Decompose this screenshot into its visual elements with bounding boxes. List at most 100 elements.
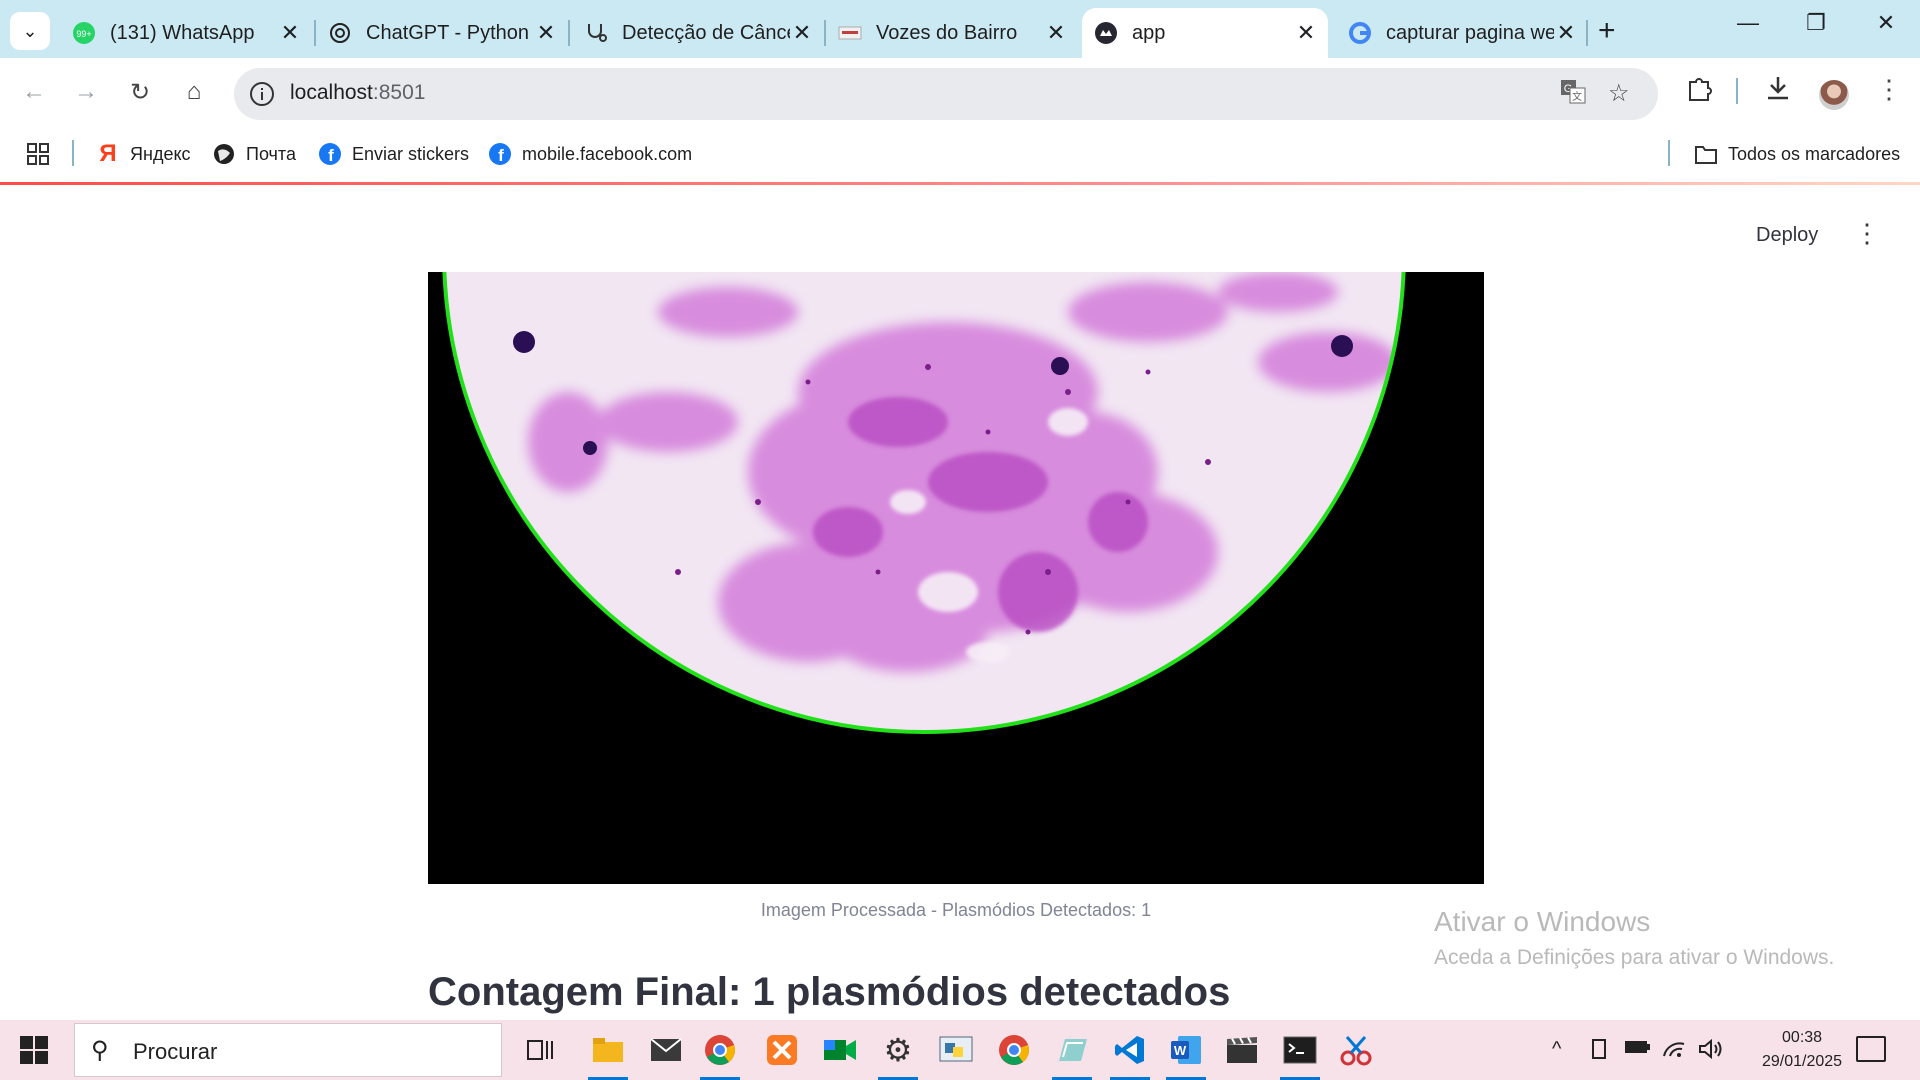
snipping-tool-icon[interactable] [1336,1030,1376,1070]
svg-text:99+: 99+ [76,29,91,39]
extensions-icon[interactable] [1686,74,1714,109]
bookmarks-bar: Я Яндекс Почта f Enviar stickers f mobil… [0,130,1920,182]
svg-text:W: W [1174,1043,1187,1058]
whatsapp-icon: 99+ [72,21,96,45]
yandex-icon: Я [99,140,117,167]
svg-text:f: f [498,146,504,165]
bookmark-pochta[interactable]: Почта [212,142,296,166]
close-window-icon[interactable]: ✕ [1866,10,1906,36]
apps-grid-icon[interactable] [26,142,50,166]
all-bookmarks-label: Todos os marcadores [1728,143,1901,164]
taskbar-clock[interactable]: 00:38 29/01/2025 [1762,1026,1842,1074]
tab-google[interactable]: capturar pagina web ✕ [1336,8,1588,58]
globe-icon [212,142,236,166]
translate-icon[interactable]: G文 [1560,79,1586,112]
image-caption: Imagem Processada - Plasmódios Detectado… [760,900,1152,920]
mail-icon[interactable] [646,1030,686,1070]
tab-title: ChatGPT - Python [366,21,530,44]
url-host: localhost [290,81,373,104]
facebook-icon: f [318,142,342,166]
tab-title: Vozes do Bairro [876,21,1018,44]
python-idle-icon[interactable] [936,1030,976,1070]
chatgpt-icon [328,21,352,45]
minimize-icon[interactable]: — [1728,10,1768,36]
tab-vozes[interactable]: Vozes do Bairro ✕ [826,8,1078,58]
url-text: localhost:8501 [290,81,425,105]
close-icon[interactable]: ✕ [790,20,814,46]
svg-text:文: 文 [1572,90,1582,103]
word-icon[interactable]: W [1166,1030,1206,1070]
restore-icon[interactable]: ❐ [1796,10,1836,36]
task-view-icon[interactable] [520,1030,560,1070]
streamlit-header-decoration [0,182,1920,185]
tab-title: Detecção de Câncer [622,21,790,44]
battery-icon[interactable] [1624,1038,1650,1061]
address-bar[interactable]: localhost:8501 G文 ☆ [234,68,1658,120]
site-info-icon[interactable] [248,80,276,108]
close-icon[interactable]: ✕ [1554,20,1578,46]
browser-toolbar: ← → ↻ ⌂ localhost:8501 G文 ☆ ⋮ [0,58,1920,130]
windows-start-icon[interactable] [20,1036,48,1064]
chevron-down-icon: ⌄ [22,20,38,41]
all-bookmarks-button[interactable]: Todos os marcadores [1694,142,1900,166]
show-hidden-icons-icon[interactable]: ^ [1552,1038,1561,1061]
taskbar-search-input[interactable]: ⚲ Procurar [74,1023,502,1077]
close-icon[interactable]: ✕ [278,20,302,46]
windows-activation-subtitle: Aceda a Definições para ativar o Windows… [1434,946,1835,969]
deploy-button[interactable]: Deploy [1756,224,1818,247]
close-icon[interactable]: ✕ [1294,20,1318,46]
volume-icon[interactable] [1698,1038,1724,1066]
toolbar-separator [1736,78,1738,104]
tab-deteccao[interactable]: Detecção de Câncer ✕ [572,8,824,58]
forward-icon[interactable]: → [66,72,106,112]
settings-gear-icon[interactable]: ⚙ [878,1030,918,1070]
tab-whatsapp[interactable]: 99+ (131) WhatsApp ✕ [60,8,312,58]
tab-search-button[interactable]: ⌄ [10,12,50,50]
meet-now-icon[interactable] [1590,1038,1610,1066]
wifi-icon[interactable] [1662,1038,1686,1064]
tab-separator [568,20,570,46]
google-icon [1348,21,1372,45]
chrome-icon[interactable] [994,1030,1034,1070]
bookmark-enviar-stickers[interactable]: f Enviar stickers [318,142,469,166]
bookmark-separator [72,140,74,166]
processed-image [428,272,1484,884]
terminal-icon[interactable] [1280,1030,1320,1070]
vscode-icon[interactable] [1110,1030,1150,1070]
back-icon[interactable]: ← [14,72,54,112]
home-icon[interactable]: ⌂ [174,72,214,112]
bookmark-label: mobile.facebook.com [522,143,693,164]
reload-icon[interactable]: ↻ [120,72,160,112]
meet-icon[interactable] [820,1030,860,1070]
clock-date: 29/01/2025 [1762,1053,1843,1070]
profile-avatar[interactable] [1819,80,1849,110]
video-editor-icon[interactable] [1222,1030,1262,1070]
search-placeholder: Procurar [133,1039,218,1064]
chrome-profile-icon[interactable] [700,1030,740,1070]
close-icon[interactable]: ✕ [534,20,558,46]
clock-time: 00:38 [1782,1029,1823,1046]
bookmark-label: Почта [246,143,296,164]
app-menu-icon[interactable]: ⋮ [1854,220,1880,246]
file-explorer-icon[interactable] [588,1030,628,1070]
bookmark-label: Enviar stickers [352,143,470,164]
svg-text:f: f [328,146,334,165]
close-icon[interactable]: ✕ [1044,20,1068,46]
folder-icon [1694,142,1718,166]
tab-app[interactable]: app ✕ [1082,8,1328,58]
more-menu-icon[interactable]: ⋮ [1876,74,1902,105]
xampp-icon[interactable] [762,1030,802,1070]
new-tab-button[interactable]: + [1598,14,1616,48]
tab-chatgpt[interactable]: ChatGPT - Python ✕ [316,8,568,58]
final-count-heading: Contagem Final: 1 plasmódios detectados [428,970,1231,1014]
notification-center-icon[interactable] [1856,1036,1886,1062]
bookmark-star-icon[interactable]: ☆ [1608,79,1630,108]
facebook-icon: f [488,142,512,166]
bookmark-yandex[interactable]: Я Яндекс [96,140,190,167]
search-icon: ⚲ [91,1037,109,1064]
notes-app-icon[interactable] [1052,1030,1092,1070]
site-icon [838,21,862,45]
download-icon[interactable] [1764,74,1792,109]
bookmark-mobile-facebook[interactable]: f mobile.facebook.com [488,142,692,166]
tab-title: (131) WhatsApp [110,21,255,44]
